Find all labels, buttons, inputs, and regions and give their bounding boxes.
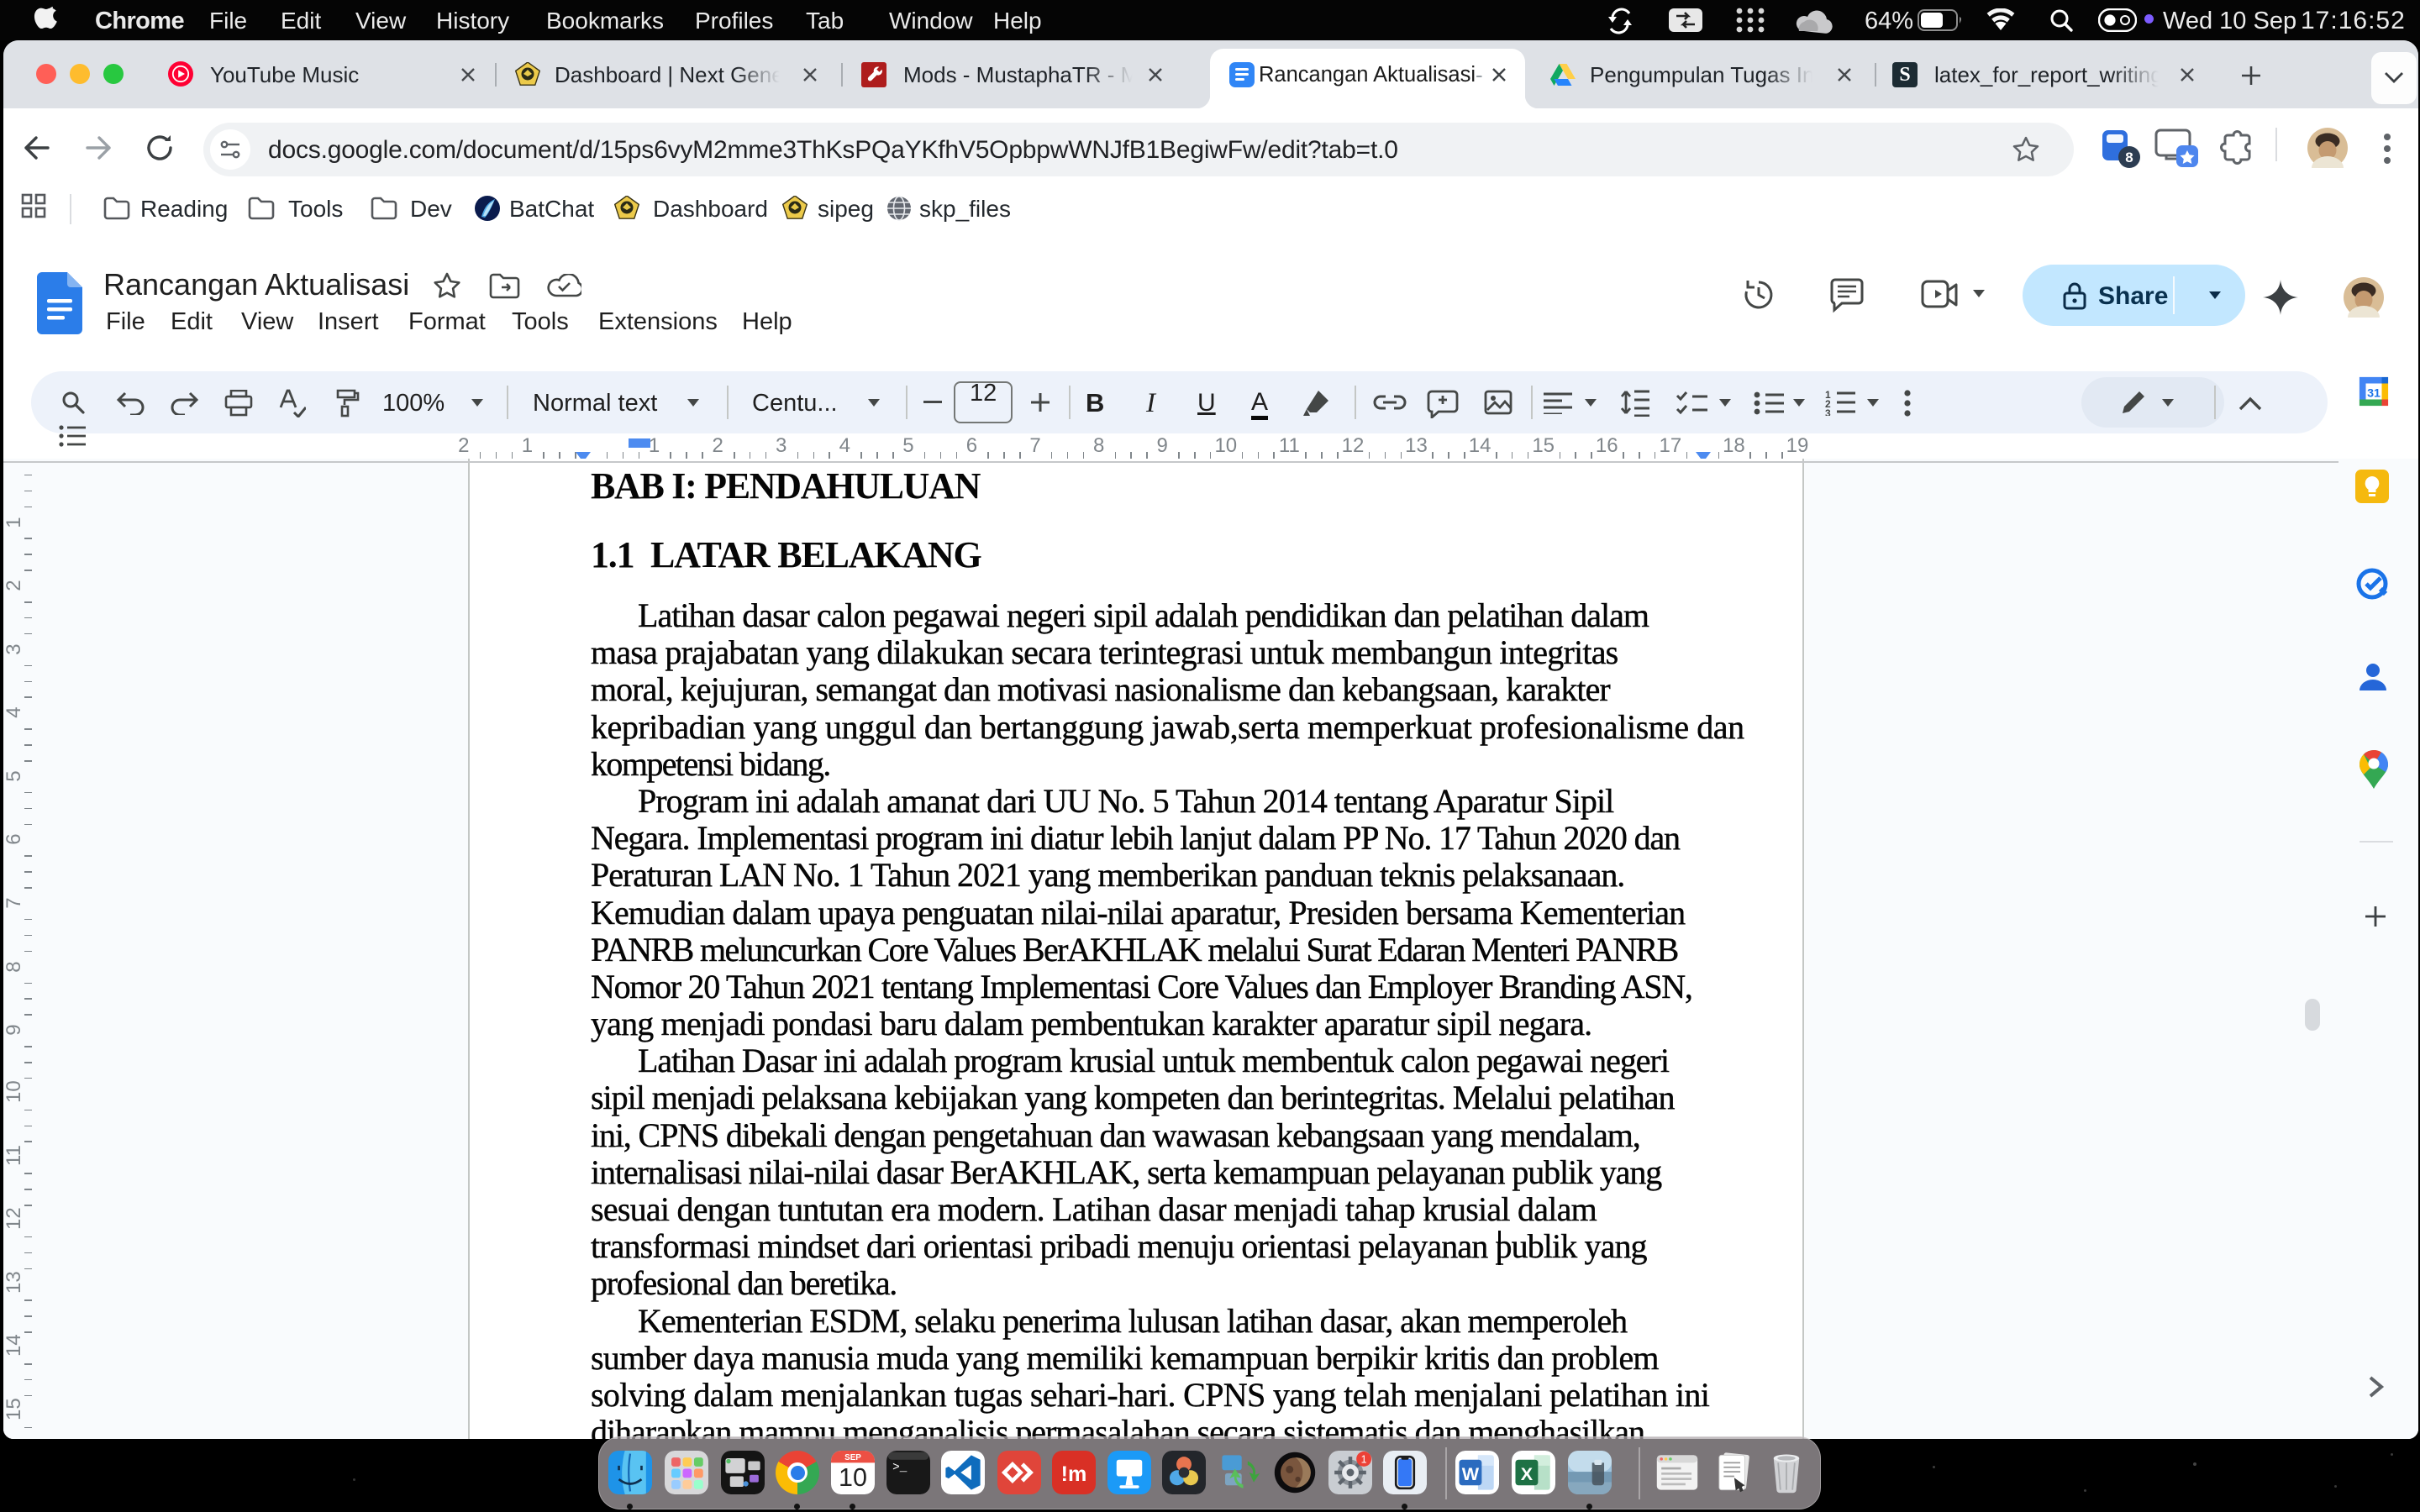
svg-text:8: 8 bbox=[2125, 150, 2133, 165]
svg-text:31: 31 bbox=[2367, 387, 2381, 401]
svg-text:!m: !m bbox=[1061, 1462, 1087, 1486]
svg-text:>_: >_ bbox=[892, 1461, 908, 1474]
svg-text:3: 3 bbox=[1825, 407, 1831, 416]
svg-text:X: X bbox=[1521, 1464, 1534, 1484]
svg-text:1: 1 bbox=[1361, 1453, 1367, 1465]
svg-text:10: 10 bbox=[839, 1463, 867, 1492]
svg-text:SEP: SEP bbox=[844, 1453, 861, 1462]
svg-text:W: W bbox=[1462, 1464, 1480, 1484]
